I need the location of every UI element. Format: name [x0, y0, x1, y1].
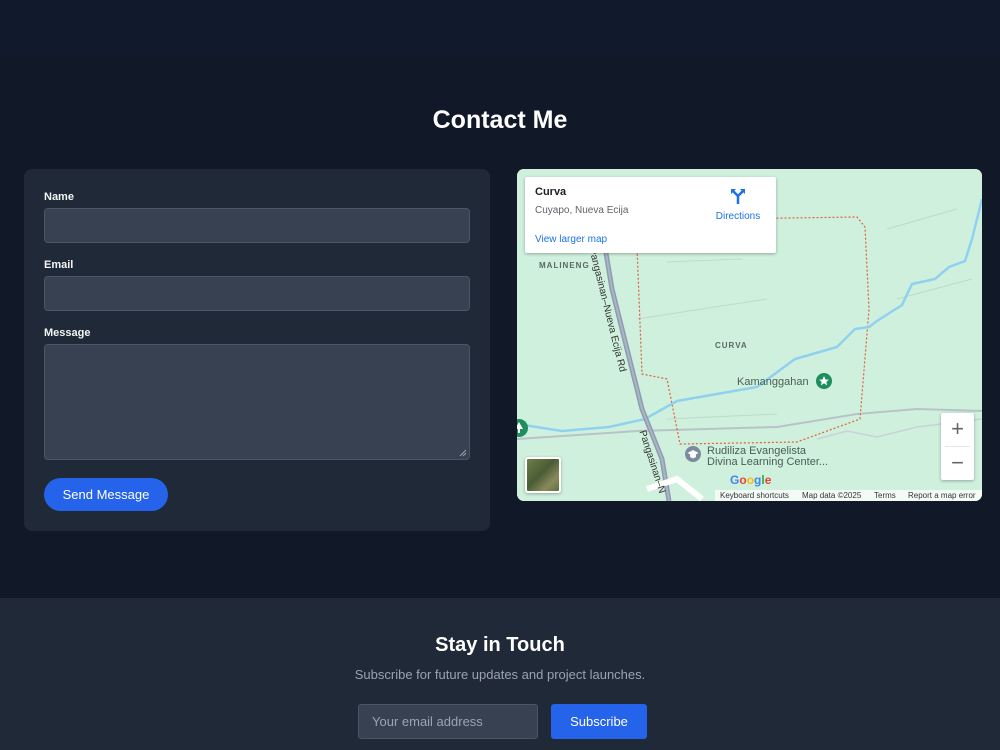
name-label: Name [44, 191, 74, 203]
zoom-controls: + − [941, 413, 974, 480]
contact-title: Contact Me [432, 106, 568, 134]
poi-label-kamanggahan: Kamanggahan [737, 376, 809, 388]
keyboard-shortcuts-link[interactable]: Keyboard shortcuts [720, 491, 789, 500]
newsletter-subtitle: Subscribe for future updates and project… [354, 667, 646, 682]
directions-button[interactable]: Directions [711, 187, 765, 222]
report-map-error-link[interactable]: Report a map error [908, 491, 976, 500]
map-label-curva: CURVA [715, 341, 748, 350]
newsletter-title: Stay in Touch [435, 634, 565, 656]
map-attribution-bar: Keyboard shortcuts Map data ©2025 Terms … [715, 490, 982, 501]
place-address: Cuyapo, Nueva Ecija [535, 205, 629, 216]
park-pin-icon[interactable] [815, 372, 833, 390]
newsletter-email-input[interactable] [358, 704, 538, 739]
map-label-malineng: MALINENG [539, 261, 590, 270]
view-larger-map-link[interactable]: View larger map [535, 234, 607, 245]
place-info-card: Curva Cuyapo, Nueva Ecija View larger ma… [525, 177, 776, 253]
place-name: Curva [535, 186, 567, 198]
message-label: Message [44, 327, 91, 339]
email-field[interactable] [44, 276, 470, 311]
email-label: Email [44, 259, 74, 271]
zoom-in-button[interactable]: + [941, 413, 974, 446]
name-field[interactable] [44, 208, 470, 243]
directions-icon [731, 189, 745, 204]
contact-form: Name Email Message Send Message [24, 169, 490, 531]
google-logo: Google [730, 473, 772, 487]
directions-label: Directions [715, 211, 761, 222]
map-embed[interactable]: MALINENG CURVA Pangasinan–Nueva Ecija Rd… [517, 169, 982, 501]
poi-label-school-line2: Divina Learning Center... [707, 456, 829, 468]
satellite-toggle-button[interactable] [525, 457, 561, 493]
zoom-out-button[interactable]: − [941, 447, 974, 480]
resize-handle-icon[interactable] [459, 449, 467, 457]
subscribe-button[interactable]: Subscribe [551, 704, 647, 739]
newsletter-section: Stay in Touch Subscribe for future updat… [0, 598, 1000, 750]
top-band [0, 0, 1000, 56]
map-data-text: Map data ©2025 [802, 491, 862, 500]
send-message-button[interactable]: Send Message [44, 478, 168, 511]
school-pin-icon[interactable] [684, 445, 702, 463]
message-field[interactable] [44, 344, 470, 460]
park-tree-pin-icon[interactable] [517, 418, 529, 438]
terms-link[interactable]: Terms [874, 491, 896, 500]
